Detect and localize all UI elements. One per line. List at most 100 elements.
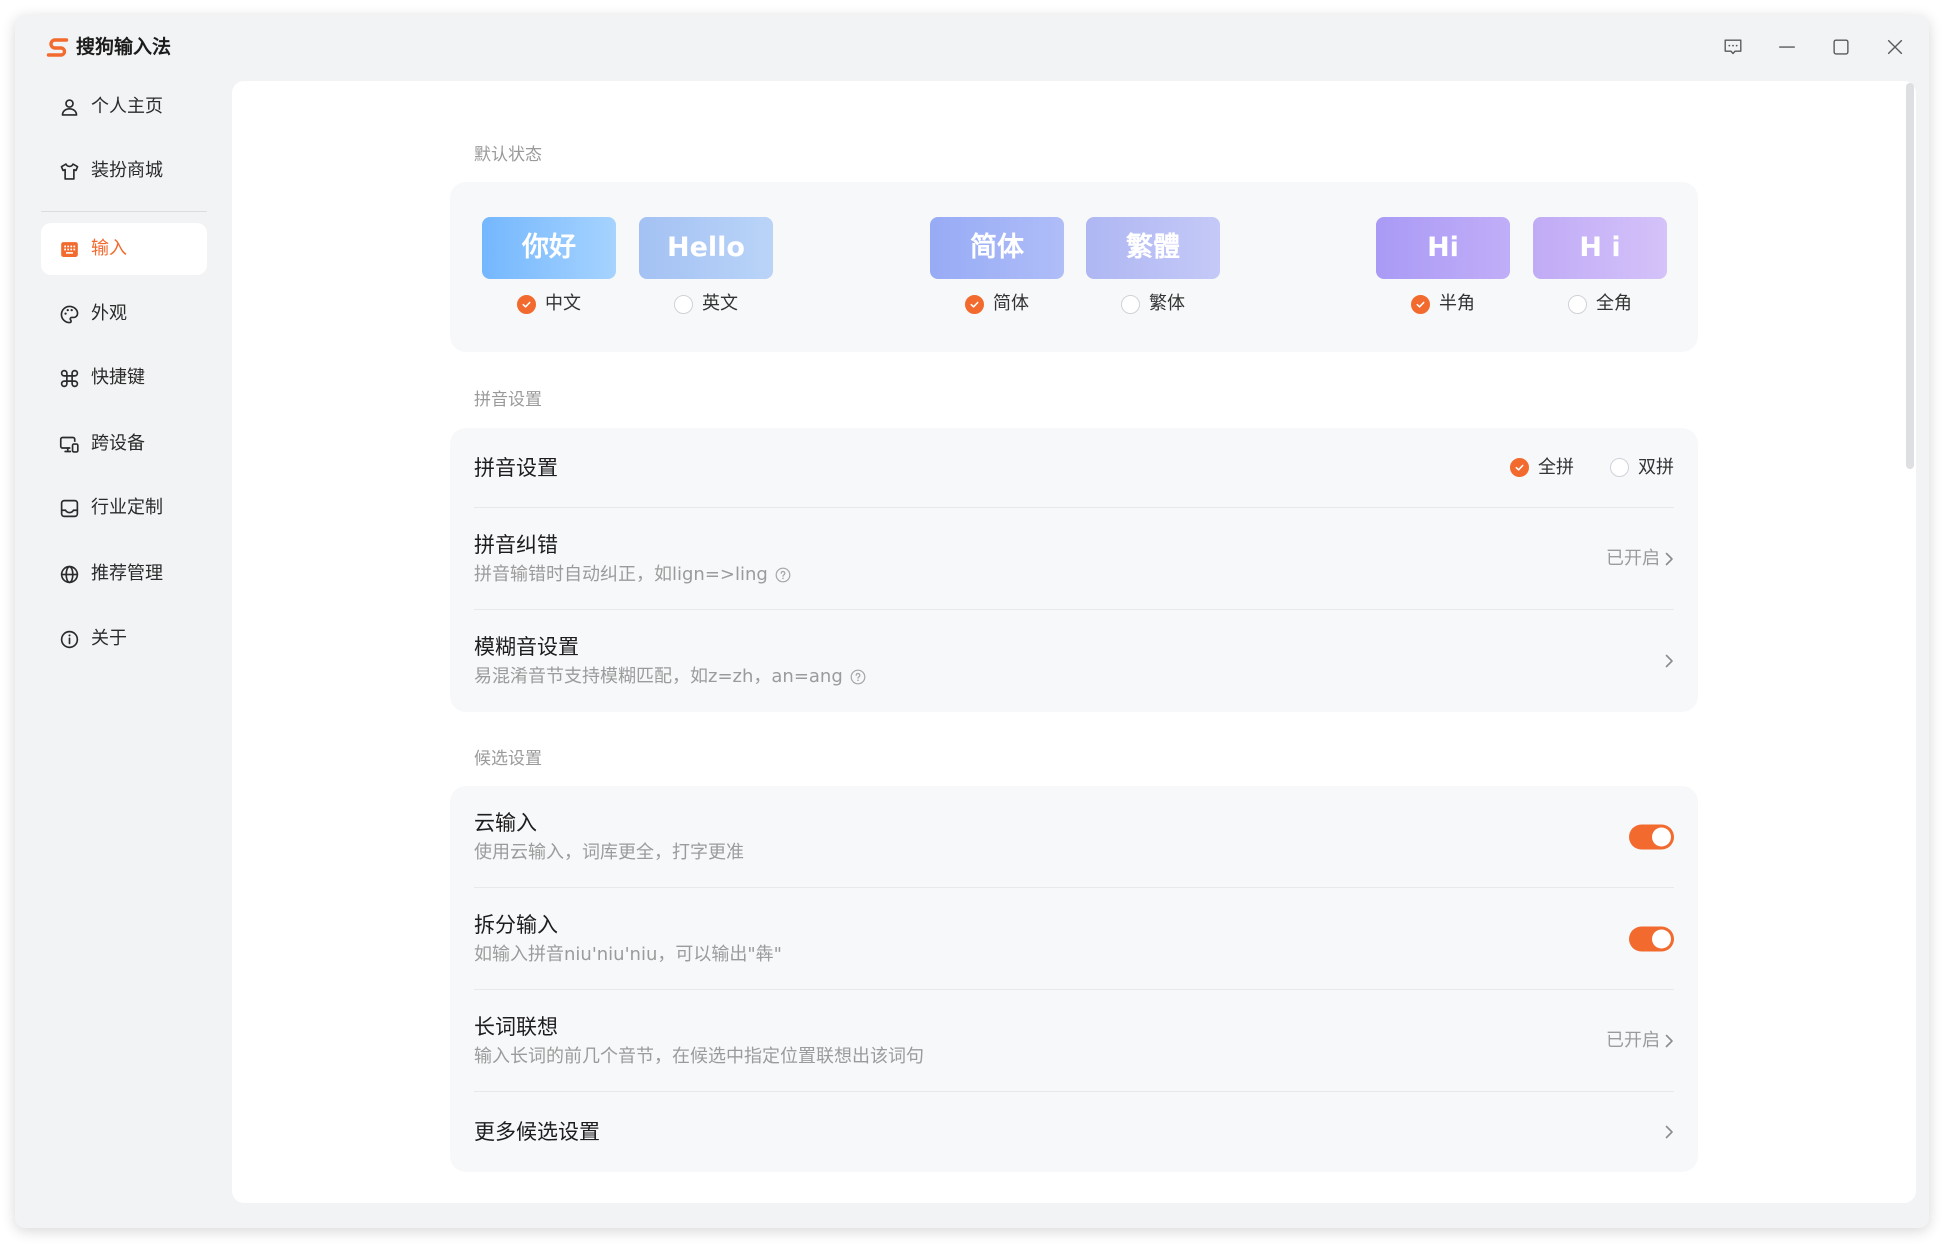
sidebar-divider (41, 211, 207, 212)
pinyin-correction-row[interactable]: 拼音纠错 拼音输错时自动纠正，如lign=>ling 已开启 (474, 508, 1674, 610)
close-button[interactable] (1883, 35, 1907, 59)
command-icon (60, 369, 79, 388)
sidebar-item-cross-device[interactable]: 跨设备 (41, 418, 207, 470)
default-option-traditional[interactable]: 繁體 繁体 (1086, 217, 1220, 316)
row-subtitle: 使用云输入，词库更全，打字更准 (474, 842, 744, 863)
sidebar-item-label: 跨设备 (91, 433, 145, 454)
row-link[interactable] (1660, 1124, 1674, 1140)
cloud-input-toggle[interactable] (1629, 824, 1674, 849)
row-subtitle: 如输入拼音niu'niu'niu，可以输出"犇" (474, 944, 782, 965)
status-text: 已开启 (1606, 547, 1660, 569)
row-title: 拼音纠错 (474, 533, 558, 557)
sidebar-item-appearance[interactable]: 外观 (41, 288, 207, 340)
sidebar-item-label: 输入 (91, 238, 127, 259)
tile-full-width[interactable]: H i (1533, 217, 1667, 279)
fuzzy-pinyin-row[interactable]: 模糊音设置 易混淆音节支持模糊匹配，如z=zh，an=ang (474, 610, 1674, 712)
status-link[interactable]: 已开启 (1606, 1030, 1674, 1052)
app-window: 搜狗输入法 个人主页 装扮商城 输入 外观 快捷键 跨设备 行业定制 推荐管理 … (15, 15, 1929, 1228)
radio-button[interactable] (1510, 458, 1529, 477)
status-text: 已开启 (1606, 1029, 1660, 1051)
default-option-half-width[interactable]: Hi 半角 (1376, 217, 1510, 316)
scrollbar-thumb[interactable] (1906, 83, 1914, 469)
candidates-card: 云输入 使用云输入，词库更全，打字更准 拆分输入 如输入拼音niu'niu'ni… (450, 786, 1698, 1172)
sidebar-item-label: 行业定制 (91, 497, 163, 518)
radio-button[interactable] (1610, 458, 1629, 477)
default-state-card: 你好 中文 Hello 英文 简体 简体 繁體 繁体 Hi 半角 H i 全角 (450, 182, 1698, 352)
row-subtitle: 输入长词的前几个音节，在候选中指定位置联想出该词句 (474, 1046, 924, 1067)
section-label-default-state: 默认状态 (474, 145, 542, 165)
sidebar-item-label: 个人主页 (91, 96, 163, 117)
sidebar-item-label: 外观 (91, 303, 127, 324)
radio-button[interactable] (674, 294, 693, 314)
check-icon (970, 301, 979, 308)
radio-option[interactable]: 繁体 (1086, 292, 1220, 316)
radio-option[interactable]: 半角 (1376, 292, 1510, 316)
shirt-icon (60, 163, 79, 180)
status-link[interactable]: 已开启 (1606, 548, 1674, 570)
sidebar-item-shortcuts[interactable]: 快捷键 (41, 352, 207, 404)
tile-simplified[interactable]: 简体 (930, 217, 1064, 279)
section-label-pinyin: 拼音设置 (474, 390, 542, 410)
devices-icon (59, 436, 79, 453)
radio-option[interactable]: 中文 (482, 292, 616, 316)
radio-button[interactable] (1411, 294, 1430, 314)
section-label-candidates: 候选设置 (474, 749, 542, 769)
default-option-english[interactable]: Hello 英文 (639, 217, 773, 316)
maximize-button[interactable] (1829, 35, 1853, 59)
row-title: 模糊音设置 (474, 635, 579, 659)
radio-button[interactable] (517, 294, 536, 314)
sidebar-item-dress-up-store[interactable]: 装扮商城 (41, 145, 207, 197)
pinyin-card: 拼音设置 全拼 双拼 拼音纠错 拼音输错时自动纠正，如lign=>ling 已开… (450, 428, 1698, 712)
radio-option[interactable]: 简体 (930, 292, 1064, 316)
toggle-knob (1652, 929, 1671, 948)
radio-option-quanpin[interactable]: 全拼 (1510, 456, 1574, 480)
feedback-button[interactable] (1721, 35, 1745, 59)
split-input-row: 拆分输入 如输入拼音niu'niu'niu，可以输出"犇" (474, 888, 1674, 990)
sidebar-item-label: 快捷键 (91, 367, 145, 388)
radio-label: 全拼 (1538, 456, 1574, 478)
radio-label: 简体 (993, 293, 1029, 314)
sidebar-item-label: 装扮商城 (91, 160, 163, 181)
radio-option-shuangpin[interactable]: 双拼 (1610, 456, 1674, 480)
radio-button[interactable] (965, 294, 984, 314)
tile-english[interactable]: Hello (639, 217, 773, 279)
sidebar-item-industry-custom[interactable]: 行业定制 (41, 482, 207, 534)
settings-panel: 默认状态 你好 中文 Hello 英文 简体 简体 繁體 繁体 Hi 半角 H … (232, 81, 1916, 1203)
radio-button[interactable] (1568, 294, 1587, 314)
radio-button[interactable] (1121, 294, 1140, 314)
radio-label: 双拼 (1638, 456, 1674, 478)
sidebar-item-recommendation-management[interactable]: 推荐管理 (41, 548, 207, 600)
split-input-toggle[interactable] (1629, 926, 1674, 951)
default-option-chinese[interactable]: 你好 中文 (482, 217, 616, 316)
check-icon (1515, 464, 1524, 471)
radio-label: 全角 (1596, 293, 1632, 314)
sidebar-item-input[interactable]: 输入 (41, 223, 207, 275)
long-word-association-row[interactable]: 长词联想 输入长词的前几个音节，在候选中指定位置联想出该词句 已开启 (474, 990, 1674, 1092)
chevron-right-icon (1665, 654, 1673, 668)
minimize-button[interactable] (1775, 35, 1799, 59)
radio-option[interactable]: 全角 (1533, 292, 1667, 316)
tile-half-width[interactable]: Hi (1376, 217, 1510, 279)
tile-chinese[interactable]: 你好 (482, 217, 616, 279)
sidebar-item-about[interactable]: 关于 (41, 613, 207, 665)
app-title: 搜狗输入法 (76, 36, 172, 58)
sidebar-item-profile[interactable]: 个人主页 (41, 81, 207, 133)
help-icon[interactable] (775, 567, 791, 583)
row-subtitle: 易混淆音节支持模糊匹配，如z=zh，an=ang (474, 666, 843, 687)
help-icon[interactable] (850, 669, 866, 685)
more-candidate-settings-row[interactable]: 更多候选设置 (474, 1092, 1674, 1172)
user-icon (61, 99, 78, 116)
pinyin-mode-row: 拼音设置 全拼 双拼 (474, 428, 1674, 508)
pinyin-mode-options: 全拼 双拼 (1510, 456, 1674, 480)
default-option-full-width[interactable]: H i 全角 (1533, 217, 1667, 316)
sidebar-item-label: 关于 (91, 628, 127, 649)
tile-traditional[interactable]: 繁體 (1086, 217, 1220, 279)
row-title: 拆分输入 (474, 913, 558, 937)
check-icon (522, 301, 531, 308)
row-title: 长词联想 (474, 1015, 558, 1039)
default-option-simplified[interactable]: 简体 简体 (930, 217, 1064, 316)
radio-label: 英文 (702, 293, 738, 314)
minimize-icon (1778, 46, 1796, 48)
radio-option[interactable]: 英文 (639, 292, 773, 316)
row-link[interactable] (1660, 653, 1674, 669)
